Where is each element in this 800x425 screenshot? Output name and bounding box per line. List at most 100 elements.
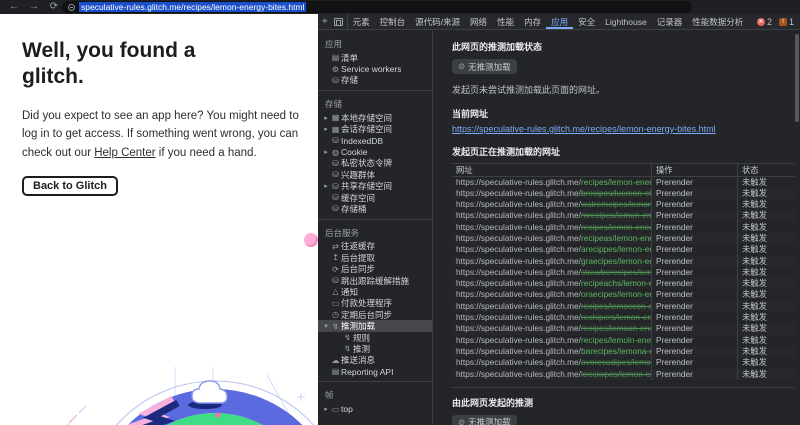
url-path-diff: recipes/lemoccon-enuergy-bites <box>580 300 651 311</box>
table-row[interactable]: https://speculative-rules.glitch.me/stra… <box>452 266 795 279</box>
back-to-glitch-button[interactable]: Back to Glitch <box>22 176 118 197</box>
sidebar-section-title: 应用 <box>325 39 343 49</box>
tab-console[interactable]: 控制台 <box>375 14 411 29</box>
table-row[interactable]: https://speculative-rules.glitch.me/krec… <box>452 368 795 380</box>
sidebar-item-reporting-api[interactable]: ▤ Reporting API <box>318 366 432 377</box>
table-row[interactable]: https://speculative-rules.glitch.me/reci… <box>452 334 795 346</box>
current-url-link[interactable]: https://speculative-rules.glitch.me/reci… <box>452 124 716 134</box>
action-cell: Prerender <box>651 210 737 222</box>
sidebar-item-往返缓存[interactable]: ⇄ 往返缓存 <box>318 241 432 252</box>
table-icon: ▦ <box>331 113 340 123</box>
tab-memory[interactable]: 内存 <box>519 14 546 29</box>
sidebar-item-通知[interactable]: △ 通知 <box>318 286 432 297</box>
sidebar-item-label: Service workers <box>341 64 402 75</box>
glitch-fish-bubble[interactable] <box>304 233 318 247</box>
initiated-chip-label: 无推测加载 <box>468 417 511 425</box>
action-cell: Prerender <box>651 334 737 346</box>
table-row[interactable]: https://speculative-rules.glitch.me/avor… <box>452 357 795 369</box>
url-path-diff: recipes/lemaon-energoy-bites <box>580 323 651 334</box>
table-row[interactable]: https://speculative-rules.glitch.me/arec… <box>452 244 795 256</box>
table-row[interactable]: https://speculative-rules.glitch.me/grae… <box>452 255 795 267</box>
console-warnings-badge[interactable]: ! 1 <box>778 17 794 27</box>
tab-elements[interactable]: 元素 <box>348 14 375 29</box>
action-cell: Prerender <box>651 289 737 301</box>
sidebar-item-本地存储空间[interactable]: ▸ ▦ 本地存储空间 <box>318 112 432 123</box>
console-errors-badge[interactable]: ✕ 2 <box>756 17 772 27</box>
back-icon[interactable]: ← <box>6 0 22 14</box>
url-path-diff: recipeachs/lemon-energy-bites <box>580 278 651 289</box>
sidebar-section-title: 帧 <box>325 390 334 401</box>
tab-security[interactable]: 安全 <box>573 14 600 29</box>
table-row[interactable]: https://speculative-rules.glitch.me/reci… <box>452 232 795 245</box>
table-row[interactable]: https://speculative-rules.glitch.me/reci… <box>452 176 795 188</box>
tab-application[interactable]: 应用 <box>546 14 573 29</box>
table-row[interactable]: https://speculative-rules.glitch.me/reci… <box>452 300 795 313</box>
speculative-loads-panel: 此网页的推测加载状态 ⊘ 无推测加载 发起页未尝试推测加载此页面的网址。 当前网… <box>434 31 800 425</box>
sidebar-item-indexeddb[interactable]: ⛁ IndexedDB <box>318 135 432 146</box>
column-header-action[interactable]: 操作 <box>651 164 737 176</box>
sidebar-item-缓存空间[interactable]: ⛁ 缓存空间 <box>318 192 432 203</box>
tab-recorder[interactable]: 记录器 <box>652 14 688 29</box>
sidebar-item-跳出跟踪缓解措施[interactable]: ⛁ 跳出跟踪缓解措施 <box>318 275 432 286</box>
tab-sources[interactable]: 源代码/来源 <box>410 14 465 29</box>
column-header-status[interactable]: 状态 <box>737 164 795 176</box>
sidebar-item-存储桶[interactable]: ⛁ 存储桶 <box>318 203 432 214</box>
table-row[interactable]: https://speculative-rules.glitch.me/rech… <box>452 312 795 324</box>
sidebar-item-后台提取[interactable]: ↥ 后台提取 <box>318 252 432 263</box>
sidebar-item-兴趣群体[interactable]: ⛁ 兴趣群体 <box>318 169 432 180</box>
sidebar-item-推测[interactable]: ↯ 推测 <box>318 343 432 354</box>
tab-performance[interactable]: 性能 <box>492 14 519 29</box>
scrollbar-thumb[interactable] <box>795 34 799 122</box>
tab-performance-insights[interactable]: 性能数据分析 <box>687 14 748 29</box>
tab-network[interactable]: 网络 <box>465 14 492 29</box>
url-prefix: https://speculative-rules.glitch.me/ <box>456 368 581 379</box>
reload-icon[interactable]: ⟳ <box>46 0 62 14</box>
url-text[interactable]: speculative-rules.glitch.me/recipes/lemo… <box>79 2 307 12</box>
sidebar-item-label: 存储桶 <box>341 204 367 214</box>
url-cell: https://speculative-rules.glitch.me/reci… <box>452 233 651 244</box>
status-chip-label: 无推测加载 <box>468 61 511 72</box>
sidebar-item-会话存储空间[interactable]: ▸ ▦ 会话存储空间 <box>318 124 432 135</box>
table-row[interactable]: https://speculative-rules.glitch.me/brec… <box>452 187 795 200</box>
url-prefix: https://speculative-rules.glitch.me/ <box>456 232 581 243</box>
sidebar-item-label: 推测 <box>353 343 371 354</box>
site-settings-icon[interactable] <box>68 3 75 11</box>
sidebar-item-推测加载[interactable]: ▾ ↯ 推测加载 <box>318 320 432 332</box>
sidebar-item-label: 兴趣群体 <box>341 169 376 180</box>
table-row[interactable]: https://speculative-rules.glitch.me/reci… <box>452 323 795 335</box>
sidebar-item-label: 本地存储空间 <box>341 112 393 123</box>
sidebar-item-定期后台同步[interactable]: ◷ 定期后台同步 <box>318 309 432 320</box>
sidebar-item-后台同步[interactable]: ⟳ 后台同步 <box>318 263 432 274</box>
url-path-diff: recipes/lemoln-energy-bivtes <box>580 334 651 345</box>
sidebar-item-推送消息[interactable]: ☁ 推送消息 <box>318 355 432 366</box>
help-center-link[interactable]: Help Center <box>94 147 155 159</box>
sidebar-divider <box>318 218 432 220</box>
sidebar-item-共享存储空间[interactable]: ▸ ⛁ 共享存储空间 <box>318 181 432 192</box>
tab-lighthouse[interactable]: Lighthouse <box>600 14 652 29</box>
body-text-after: if you need a hand. <box>155 146 257 159</box>
sidebar-item-规则[interactable]: ↯ 规则 <box>318 332 432 343</box>
table-row[interactable]: https://speculative-rules.glitch.me/watr… <box>452 199 795 211</box>
url-prefix: https://speculative-rules.glitch.me/ <box>456 289 581 300</box>
sidebar-item-cookie[interactable]: ▸ ◍ Cookie <box>318 146 432 157</box>
table-row[interactable]: https://speculative-rules.glitch.me/orae… <box>452 289 795 301</box>
forward-icon[interactable]: → <box>26 0 42 14</box>
table-header-row: 网址 操作 状态 <box>452 164 795 177</box>
table-row[interactable]: https://speculative-rules.glitch.me/bare… <box>452 345 795 358</box>
table-row[interactable]: https://speculative-rules.glitch.me/reci… <box>452 221 795 233</box>
table-row[interactable]: https://speculative-rules.glitch.me/reci… <box>452 278 795 290</box>
table-row[interactable]: https://speculative-rules.glitch.me/mrec… <box>452 210 795 222</box>
inspect-element-icon[interactable]: ⌖ <box>322 16 328 27</box>
sidebar-item-付款处理程序[interactable]: ▭ 付款处理程序 <box>318 298 432 309</box>
address-bar[interactable]: speculative-rules.glitch.me/recipes/lemo… <box>62 1 692 13</box>
url-cell: https://speculative-rules.glitch.me/stra… <box>452 267 651 278</box>
sidebar-item-存储[interactable]: ⛁ 存储 <box>318 75 432 86</box>
sidebar-item-service-workers[interactable]: ⚙ Service workers <box>318 63 432 74</box>
device-toolbar-icon[interactable] <box>333 17 343 26</box>
url-path-diff: recipes/lemon-energy-bites <box>580 176 651 187</box>
sidebar-item-私密状态令牌[interactable]: ⛁ 私密状态令牌 <box>318 158 432 169</box>
sidebar-item-清单[interactable]: ▤ 清单 <box>318 52 432 63</box>
sidebar-item-top[interactable]: ▸ ▭ top <box>318 403 432 414</box>
column-header-url[interactable]: 网址 <box>452 164 651 176</box>
status-cell: 未触发 <box>737 334 795 346</box>
